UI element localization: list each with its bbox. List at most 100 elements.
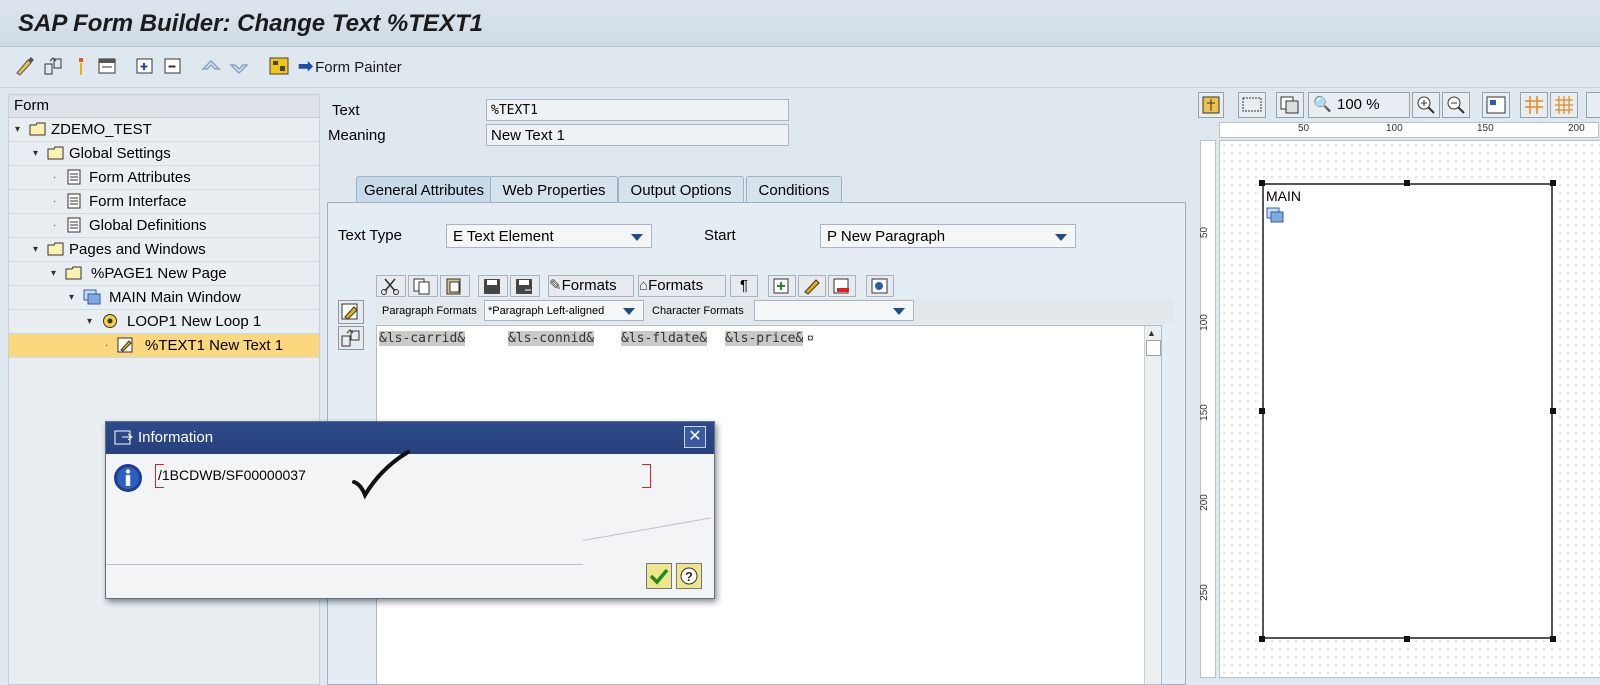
tree-node-page1[interactable]: ▾ %PAGE1 New Page [9,262,319,286]
download-icon[interactable] [228,55,250,77]
tree-dot: · [105,340,109,351]
expand-arrow-icon[interactable]: ▾ [33,142,41,165]
main-window-label: MAIN [1266,188,1301,204]
edit-field-button[interactable] [798,275,826,297]
save-as-button[interactable] [510,275,540,297]
grid-button[interactable] [1520,92,1548,118]
switch-icon[interactable] [42,55,64,77]
field-carrid[interactable]: &ls-carrid& [379,331,466,346]
text-type-dropdown[interactable]: E Text Element [446,224,652,248]
fine-grid-button[interactable] [1550,92,1578,118]
character-formats-button[interactable]: ⌂Formats [638,275,726,297]
layout-icon[interactable] [268,55,290,77]
tree-node-form-attributes[interactable]: · Form Attributes [9,166,319,190]
expand-arrow-icon[interactable]: ▾ [33,238,41,261]
tree-dot: · [53,196,57,207]
editor-scrollbar[interactable]: ▲ [1144,326,1161,684]
ruler-h-label: 50 [1298,123,1310,134]
text-name-field[interactable]: %TEXT1 [486,99,789,121]
tree-node-main-window[interactable]: ▾ MAIN Main Window [9,286,319,310]
ruler-v-label: 200 [1198,494,1210,511]
character-formats-dropdown[interactable] [754,300,914,321]
tree-node-pages-and-windows[interactable]: ▾ Pages and Windows [9,238,319,262]
tree-node-loop1[interactable]: ▾ LOOP1 New Loop 1 [9,310,319,334]
resize-handle[interactable] [1259,180,1265,186]
form-painter-button[interactable]: ➡ Form Painter [298,56,402,78]
zoom-field[interactable]: 🔍 100 % [1308,92,1410,118]
check-icon[interactable] [70,55,84,77]
delete-field-button[interactable] [828,275,856,297]
save-button[interactable] [478,275,508,297]
help-button[interactable]: ? [676,563,702,589]
collapse-icon[interactable] [162,55,184,77]
scroll-up-icon[interactable]: ▲ [1147,328,1156,338]
expand-icon[interactable] [134,55,156,77]
paragraph-mark-button[interactable]: ¶ [730,275,758,297]
paragraph-formats-button[interactable]: ✎Formats [548,275,634,297]
selection-bracket-left [155,464,164,488]
test-icon[interactable] [96,55,118,77]
expand-arrow-icon[interactable]: ▾ [15,118,23,141]
insert-field-button[interactable] [768,275,796,297]
expand-arrow-icon[interactable]: ▾ [69,286,77,309]
field-connid[interactable]: &ls-connid& [508,331,595,346]
window-icon [83,289,101,305]
tree-node-label: %TEXT1 New Text 1 [145,337,284,354]
confirm-button[interactable] [646,563,672,589]
scroll-thumb[interactable] [1146,340,1161,356]
ruler-h-label: 200 [1568,123,1585,134]
expand-arrow-icon[interactable]: ▾ [87,310,95,333]
formats-icon: ✎ [549,277,562,294]
tree-node-form-interface[interactable]: · Form Interface [9,190,319,214]
field-price[interactable]: &ls-price& [725,331,804,346]
tree-node-label: Global Definitions [89,217,207,234]
select-button[interactable] [1238,92,1266,118]
info-icon [113,463,143,496]
tree-node-zdemo-test[interactable]: ▾ ZDEMO_TEST [9,118,319,142]
paragraph-formats-dropdown[interactable]: *Paragraph Left-aligned [484,300,644,321]
pin-button[interactable] [1198,92,1224,118]
resize-handle[interactable] [1404,636,1410,642]
resize-handle[interactable] [1550,180,1556,186]
resize-handle[interactable] [1550,636,1556,642]
start-dropdown[interactable]: P New Paragraph [820,224,1076,248]
resize-handle[interactable] [1550,408,1556,414]
zoom-in-button[interactable] [1412,92,1440,118]
tree-dot: · [53,172,57,183]
graphic-button[interactable] [866,275,894,297]
cut-button[interactable] [376,275,406,297]
resize-handle[interactable] [1404,180,1410,186]
character-formats-label: Character Formats [652,305,744,317]
folder-icon [29,121,47,137]
tab-conditions[interactable]: Conditions [746,176,842,204]
tree-node-text1[interactable]: · %TEXT1 New Text 1 [9,334,319,358]
tab-output-options[interactable]: Output Options [618,176,744,204]
resize-handle[interactable] [1259,636,1265,642]
meaning-field[interactable]: New Text 1 [486,124,789,146]
close-icon[interactable]: ✕ [684,426,706,448]
resize-handle[interactable] [1259,408,1265,414]
tree-node-global-settings[interactable]: ▾ Global Settings [9,142,319,166]
layout-grid-button[interactable] [1482,92,1510,118]
tree-node-label: Global Settings [69,145,171,162]
expand-arrow-icon[interactable]: ▾ [51,262,59,285]
text-type-label: Text Type [338,227,402,244]
switch-editor-button[interactable] [338,326,364,350]
tree-node-label: MAIN Main Window [109,289,241,306]
more-button[interactable] [1586,92,1600,118]
zoom-out-button[interactable] [1442,92,1470,118]
upload-icon[interactable] [200,55,222,77]
paste-button[interactable] [440,275,470,297]
formats-label-1: Formats [561,277,617,294]
overlay-button[interactable] [1276,92,1304,118]
copy-button[interactable] [408,275,438,297]
display-change-icon[interactable] [14,55,36,77]
tab-web-properties[interactable]: Web Properties [490,176,618,204]
chevron-down-icon [893,308,905,315]
field-fldate[interactable]: &ls-fldate& [621,331,708,346]
tree-node-global-definitions[interactable]: · Global Definitions [9,214,319,238]
main-window-box[interactable]: MAIN [1262,183,1553,639]
tab-general-attributes[interactable]: General Attributes [356,176,492,204]
tree-node-label: Form Interface [89,193,187,210]
edit-text-button[interactable] [338,300,364,324]
